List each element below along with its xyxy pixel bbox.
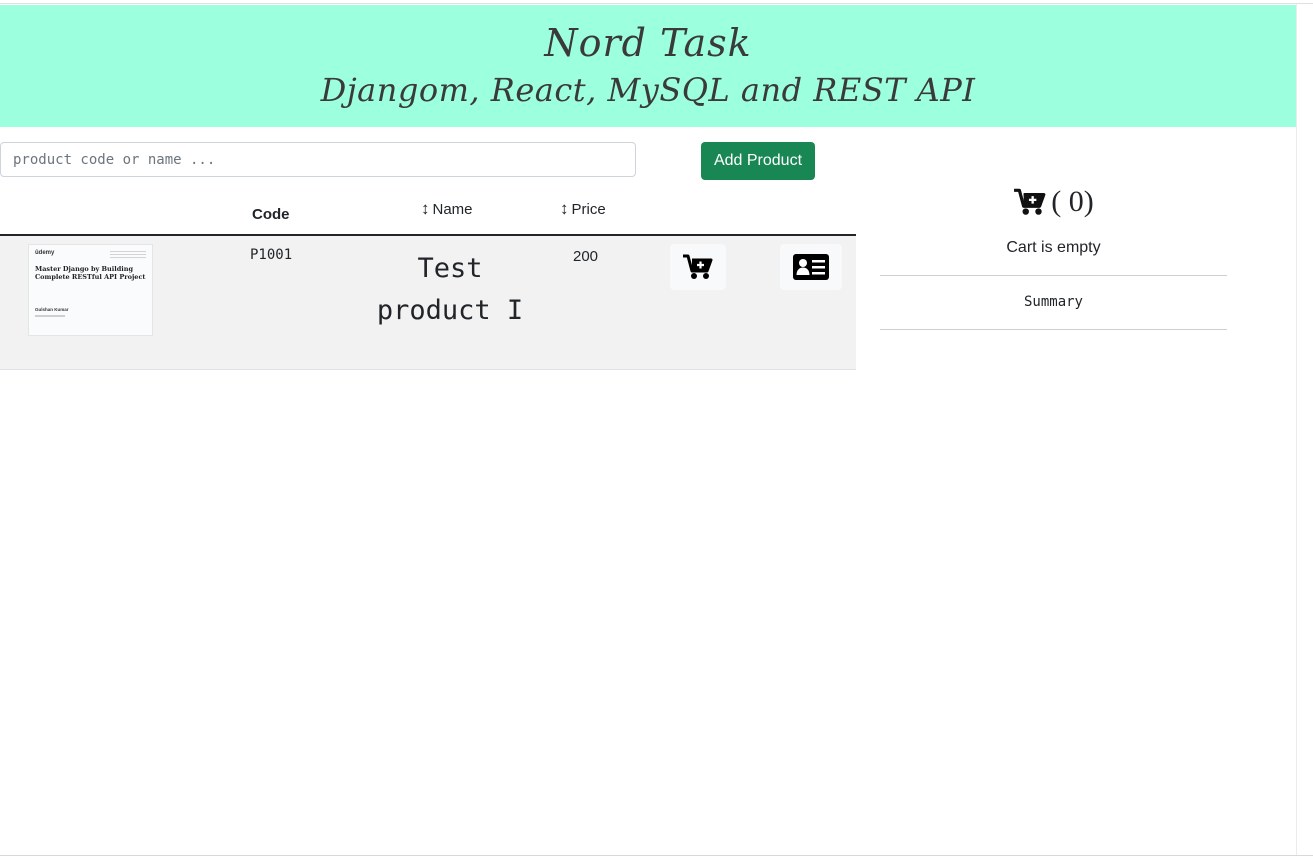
sort-arrows-icon[interactable]: ↕ (421, 199, 430, 219)
product-thumbnail: ûdemy Master Django by Building Complete… (28, 244, 153, 336)
product-name: Test product I (376, 253, 524, 326)
add-to-cart-icon (683, 254, 713, 279)
column-header-name-label: Name (432, 200, 473, 218)
page-scrollbar-area[interactable] (1296, 4, 1313, 855)
thumbnail-detail-line (35, 315, 65, 317)
add-product-button[interactable]: Add Product (701, 142, 815, 180)
divider (880, 275, 1227, 276)
add-to-cart-button[interactable] (670, 244, 726, 290)
sort-arrows-icon[interactable]: ↕ (560, 199, 569, 219)
product-price: 200 (573, 248, 599, 265)
thumbnail-author: Gulshan Kumar (35, 307, 69, 312)
product-detail-button[interactable] (780, 244, 842, 290)
product-code: P1001 (250, 247, 293, 263)
column-header-code: Code (252, 206, 290, 223)
search-input[interactable] (0, 142, 636, 177)
cart-empty-message: Cart is empty (1006, 239, 1101, 256)
cart-count: ( 0) (1051, 185, 1094, 218)
cart-header: ( 0) (880, 185, 1227, 219)
window-bottom-border (0, 855, 1313, 856)
cart-plus-icon[interactable] (1013, 187, 1047, 217)
cart-summary-label: Summary (1023, 294, 1083, 310)
page-header: Nord Task Djangom, React, MySQL and REST… (0, 5, 1296, 127)
page-subtitle: Djangom, React, MySQL and REST API (320, 71, 976, 109)
column-header-price[interactable]: ↕ Price (560, 199, 606, 219)
divider (880, 329, 1227, 330)
thumbnail-course-title: Master Django by Building Complete RESTf… (35, 265, 146, 281)
certificate-header-lines (110, 251, 146, 260)
column-header-name[interactable]: ↕ Name (421, 199, 473, 219)
column-header-price-label: Price (571, 200, 606, 218)
cart-panel: ( 0) Cart is empty Summary (880, 185, 1227, 330)
table-row: ûdemy Master Django by Building Complete… (0, 236, 856, 370)
detail-card-icon (793, 254, 829, 280)
page-title: Nord Task (544, 21, 752, 65)
window-top-border (0, 0, 1313, 4)
